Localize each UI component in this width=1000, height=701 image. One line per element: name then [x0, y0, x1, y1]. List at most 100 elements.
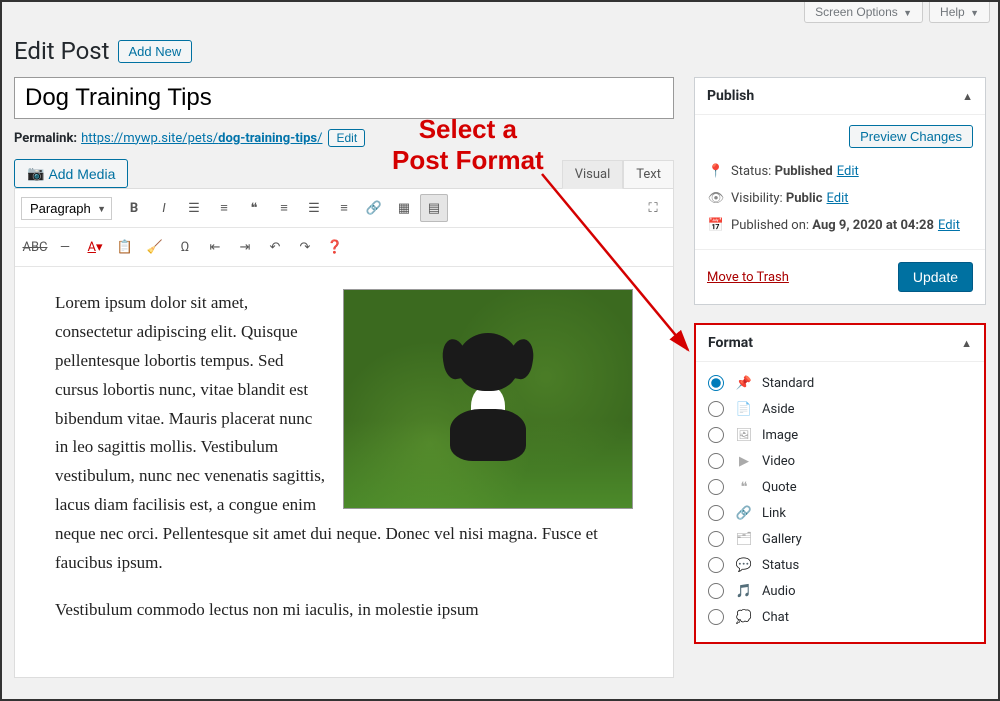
indent-button[interactable]: ⇥ [231, 233, 259, 261]
format-option-video[interactable]: ▶ Video [708, 448, 972, 474]
numbered-list-button[interactable]: ≡ [210, 194, 238, 222]
screen-options-button[interactable]: Screen Options ▼ [804, 2, 923, 23]
link-button[interactable]: 🔗 [360, 194, 388, 222]
blockquote-button[interactable]: ❝ [240, 194, 268, 222]
chevron-down-icon: ▼ [970, 8, 979, 18]
format-label: Audio [762, 584, 795, 599]
visibility-value: Public [786, 191, 823, 206]
strikethrough-button[interactable]: ABC [21, 233, 49, 261]
align-left-button[interactable]: ≡ [270, 194, 298, 222]
chevron-down-icon: ▼ [903, 8, 912, 18]
help-button[interactable]: Help ▼ [929, 2, 990, 23]
align-right-button[interactable]: ≡ [330, 194, 358, 222]
redo-button[interactable]: ↷ [291, 233, 319, 261]
format-option-chat[interactable]: 💭Chat [708, 604, 972, 630]
content-paragraph: Vestibulum commodo lectus non mi iaculis… [55, 596, 633, 625]
screen-options-label: Screen Options [815, 5, 898, 19]
chat-icon: 💭 [734, 610, 754, 625]
format-title: Format [708, 335, 753, 351]
format-label: Aside [762, 402, 795, 417]
permalink-label: Permalink: [14, 131, 77, 146]
add-media-button[interactable]: 📷Add Media [14, 159, 128, 188]
format-option-audio[interactable]: 🎵 Audio [708, 578, 972, 604]
audio-icon: 🎵 [734, 584, 754, 599]
toolbar-toggle-button[interactable]: ▤ [420, 194, 448, 222]
italic-button[interactable]: I [150, 194, 178, 222]
permalink-edit-button[interactable]: Edit [328, 129, 365, 147]
post-title-input[interactable] [14, 77, 674, 119]
format-option-link[interactable]: 🔗 Link [708, 500, 972, 526]
video-icon: ▶ [734, 454, 754, 469]
format-label: Image [762, 428, 798, 443]
tab-visual[interactable]: Visual [562, 160, 624, 189]
standard-icon: 📌 [734, 376, 754, 391]
format-option-aside[interactable]: 📄 Aside [708, 396, 972, 422]
page-title: Edit Post [14, 37, 110, 65]
clear-formatting-button[interactable]: 🧹 [141, 233, 169, 261]
link-icon: 🔗 [734, 506, 754, 521]
content-editor[interactable]: Lorem ipsum dolor sit amet, consectetur … [15, 267, 673, 677]
format-radio-quote[interactable] [708, 479, 724, 495]
aside-icon: 📄 [734, 402, 754, 417]
format-radio-link[interactable] [708, 505, 724, 521]
visibility-label: Visibility: [731, 191, 783, 206]
move-to-trash-link[interactable]: Move to Trash [707, 270, 789, 285]
special-char-button[interactable]: Ω [171, 233, 199, 261]
preview-changes-button[interactable]: Preview Changes [849, 125, 973, 148]
key-icon: 📍 [707, 164, 725, 179]
add-new-button[interactable]: Add New [118, 40, 193, 63]
format-label: Gallery [762, 532, 802, 547]
camera-icon: 📷 [27, 165, 44, 182]
permalink-link[interactable]: https://mywp.site/pets/dog-training-tips… [81, 131, 322, 146]
help-icon-button[interactable]: ❓ [321, 233, 349, 261]
eye-icon: 👁 [707, 191, 725, 206]
format-label: Standard [762, 376, 814, 391]
format-radio-status[interactable] [708, 557, 724, 573]
format-radio-image[interactable] [708, 427, 724, 443]
tab-text[interactable]: Text [623, 160, 674, 188]
format-radio-audio[interactable] [708, 583, 724, 599]
format-option-gallery[interactable]: 🗂Gallery [708, 526, 972, 552]
publish-panel: Publish ▲ Preview Changes 📍 Status: Publ… [694, 77, 986, 305]
read-more-button[interactable]: ▦ [390, 194, 418, 222]
collapse-icon: ▲ [962, 90, 973, 103]
published-edit-link[interactable]: Edit [938, 218, 960, 233]
paragraph-select[interactable]: Paragraph [21, 197, 112, 220]
align-center-button[interactable]: ☰ [300, 194, 328, 222]
collapse-icon: ▲ [961, 337, 972, 350]
status-edit-link[interactable]: Edit [837, 164, 859, 179]
format-radio-standard[interactable] [708, 375, 724, 391]
text-color-button[interactable]: A▾ [81, 233, 109, 261]
format-panel-header[interactable]: Format ▲ [696, 325, 984, 362]
horizontal-rule-button[interactable]: — [51, 233, 79, 261]
visibility-edit-link[interactable]: Edit [827, 191, 849, 206]
format-label: Link [762, 506, 786, 521]
bold-button[interactable]: B [120, 194, 148, 222]
paste-text-button[interactable]: 📋 [111, 233, 139, 261]
format-label: Status [762, 558, 799, 573]
status-value: Published [775, 164, 833, 179]
format-radio-chat[interactable] [708, 609, 724, 625]
status-icon: 💬 [734, 558, 754, 573]
editor-box: Paragraph B I ☰ ≡ ❝ ≡ ☰ ≡ 🔗 ▦ ▤ ⛶ ABC [14, 188, 674, 678]
format-radio-gallery[interactable] [708, 531, 724, 547]
format-label: Video [762, 454, 795, 469]
format-option-standard[interactable]: 📌 Standard [708, 370, 972, 396]
calendar-icon: 📅 [707, 218, 725, 233]
undo-button[interactable]: ↶ [261, 233, 289, 261]
publish-panel-header[interactable]: Publish ▲ [695, 78, 985, 115]
format-label: Quote [762, 480, 797, 495]
quote-icon: ❝ [734, 480, 754, 495]
outdent-button[interactable]: ⇤ [201, 233, 229, 261]
update-button[interactable]: Update [898, 262, 973, 292]
status-label: Status: [731, 164, 771, 179]
format-option-quote[interactable]: ❝ Quote [708, 474, 972, 500]
fullscreen-button[interactable]: ⛶ [639, 194, 667, 222]
format-radio-aside[interactable] [708, 401, 724, 417]
published-label: Published on: [731, 218, 809, 233]
format-option-image[interactable]: 🖼Image [708, 422, 972, 448]
bullet-list-button[interactable]: ☰ [180, 194, 208, 222]
format-radio-video[interactable] [708, 453, 724, 469]
content-image[interactable] [343, 289, 633, 509]
format-option-status[interactable]: 💬 Status [708, 552, 972, 578]
